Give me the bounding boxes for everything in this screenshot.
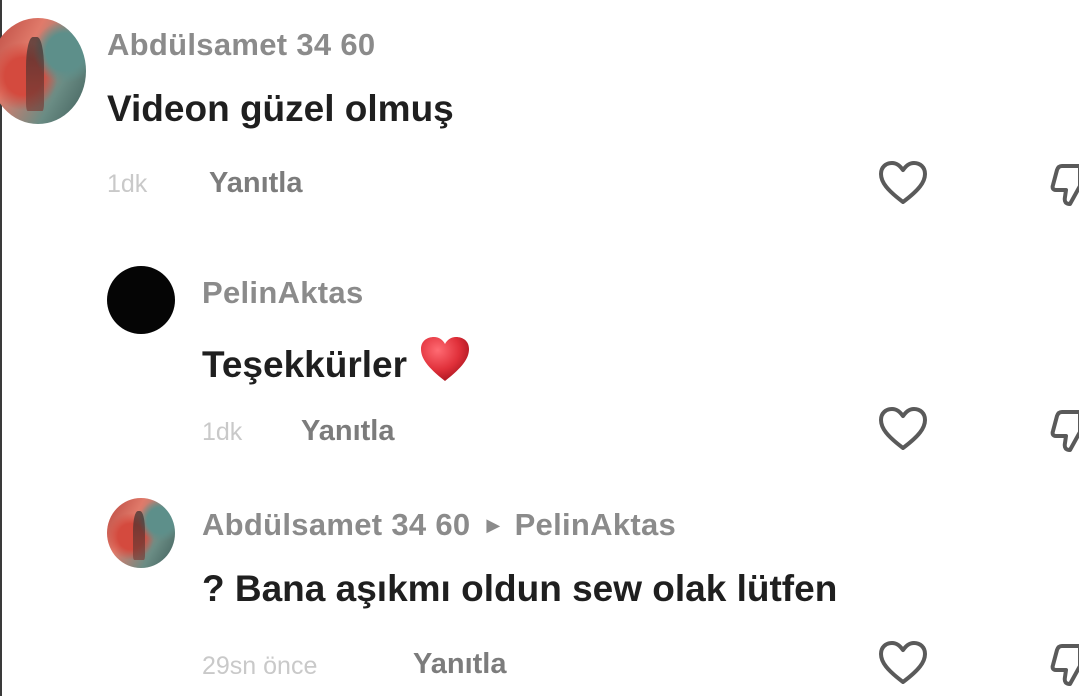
comment-item: Abdülsamet 34 60 Videon güzel olmuş 1dk … <box>0 0 1079 240</box>
comment-username: Abdülsamet 34 60 ▶ PelinAktas <box>202 507 676 543</box>
comment-time: 29sn önce <box>202 652 318 680</box>
comment-text-label: Teşekkürler <box>202 344 407 385</box>
comment-text: Teşekkürler <box>202 335 471 386</box>
comment-item: PelinAktas Teşekkürler 1dk Yanıtla <box>0 240 1079 480</box>
comment-text: Videon güzel olmuş <box>107 88 454 129</box>
avatar[interactable] <box>0 18 86 124</box>
heart-outline-icon[interactable] <box>878 160 928 206</box>
comments-screen: Abdülsamet 34 60 Videon güzel olmuş 1dk … <box>0 0 1079 696</box>
comment-time: 1dk <box>107 170 148 198</box>
comment-username[interactable]: Abdülsamet 34 60 <box>107 27 375 63</box>
thumbs-down-icon[interactable] <box>1050 162 1079 208</box>
heart-outline-icon[interactable] <box>878 406 928 452</box>
avatar[interactable] <box>107 498 175 568</box>
avatar[interactable] <box>107 266 175 334</box>
comment-text: ? Bana aşıkmı oldun sew olak lütfen <box>202 568 838 609</box>
right-triangle-icon: ▶ <box>486 515 501 535</box>
thumbs-down-icon[interactable] <box>1050 408 1079 454</box>
comment-time: 1dk <box>202 418 243 446</box>
comment-item: Abdülsamet 34 60 ▶ PelinAktas ? Bana aşıkm… <box>0 480 1079 696</box>
reply-button[interactable]: Yanıtla <box>209 167 303 200</box>
heart-outline-icon[interactable] <box>878 640 928 686</box>
reply-target[interactable]: PelinAktas <box>515 507 677 542</box>
reply-button[interactable]: Yanıtla <box>301 415 395 448</box>
comment-username[interactable]: PelinAktas <box>202 275 364 311</box>
reply-author[interactable]: Abdülsamet 34 60 <box>202 507 470 542</box>
red-heart-emoji <box>421 337 469 381</box>
thumbs-down-icon[interactable] <box>1050 642 1079 688</box>
reply-button[interactable]: Yanıtla <box>413 648 507 681</box>
